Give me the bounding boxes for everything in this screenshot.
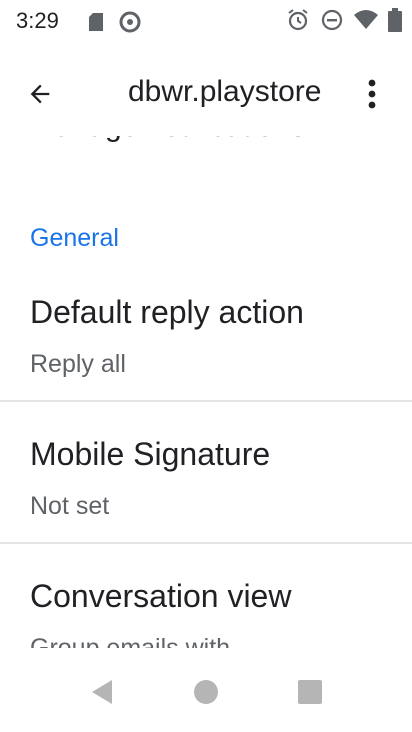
nav-home-button[interactable] xyxy=(188,674,224,710)
pref-title: Conversation view xyxy=(30,578,292,614)
status-time: 3:29 xyxy=(16,8,59,33)
app-title: dbwr.playstore xyxy=(128,75,322,108)
status-left-icons xyxy=(88,10,142,34)
app-bar: dbwr.playstore xyxy=(0,48,412,136)
overflow-menu-button[interactable] xyxy=(352,70,392,118)
alarm-icon xyxy=(286,8,310,32)
sd-card-icon xyxy=(88,12,104,32)
do-not-disturb-icon xyxy=(320,8,344,32)
pref-summary: Reply all xyxy=(30,350,126,378)
divider xyxy=(0,542,412,544)
section-header-general: General xyxy=(30,224,119,252)
pref-title: Default reply action xyxy=(30,294,304,330)
status-right-icons xyxy=(286,8,402,32)
more-vert-icon xyxy=(367,79,377,109)
mobile-signature-item[interactable]: Mobile Signature Not set xyxy=(0,426,412,544)
back-button[interactable] xyxy=(16,70,64,118)
battery-icon xyxy=(388,8,402,32)
divider xyxy=(0,400,412,402)
wifi-icon xyxy=(354,9,378,31)
pref-summary: Group emails with xyxy=(30,634,231,648)
settings-list[interactable]: Manage notifications General Default rep… xyxy=(0,136,412,648)
nav-recents-button[interactable] xyxy=(292,674,328,710)
home-circle-icon xyxy=(192,678,220,706)
manage-notifications-item[interactable]: Manage notifications xyxy=(30,136,305,144)
system-nav-bar xyxy=(0,648,412,732)
nav-back-button[interactable] xyxy=(84,674,120,710)
back-triangle-icon xyxy=(88,678,116,706)
pref-summary: Not set xyxy=(30,492,110,520)
recents-square-icon xyxy=(297,679,323,705)
conversation-view-item[interactable]: Conversation view Group emails with xyxy=(0,568,412,648)
status-bar: 3:29 xyxy=(0,0,412,48)
default-reply-action-item[interactable]: Default reply action Reply all xyxy=(0,284,412,402)
pref-title: Mobile Signature xyxy=(30,436,271,472)
sync-icon xyxy=(118,10,142,34)
arrow-back-icon xyxy=(26,80,54,108)
